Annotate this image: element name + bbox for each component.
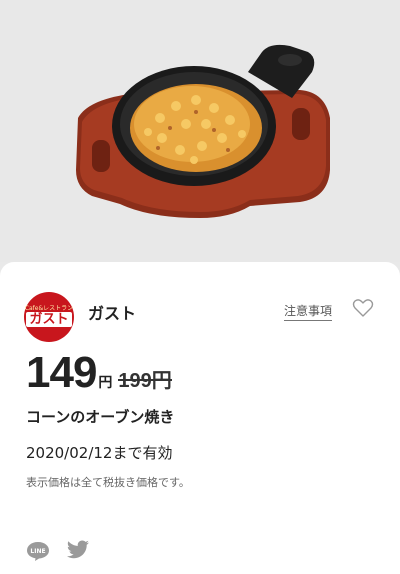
favorite-heart-icon[interactable] — [352, 298, 374, 318]
skillet-photo-illustration — [76, 44, 330, 218]
original-price: 199円 — [118, 364, 173, 393]
price-row: 149 円 199円 — [26, 348, 173, 398]
validity-date: 2020/02/12まで有効 — [26, 444, 173, 462]
discount-price: 149 — [26, 348, 97, 397]
line-icon[interactable]: LINE — [26, 540, 50, 566]
price-unit: 円 — [98, 375, 113, 391]
product-photo — [0, 0, 400, 262]
product-name: コーンのオーブン焼き — [26, 408, 175, 426]
tax-note: 表示価格は全て税抜き価格です。 — [26, 476, 190, 489]
coupon-card: Cafe&レストラン ガスト ガスト 注意事項 149 円 199円 コーンのオ… — [0, 262, 400, 574]
logo-wordmark: ガスト — [26, 312, 72, 327]
twitter-icon[interactable] — [66, 540, 90, 564]
svg-text:LINE: LINE — [30, 548, 45, 555]
shop-name: ガスト — [88, 304, 137, 323]
terms-link[interactable]: 注意事項 — [284, 302, 333, 321]
shop-logo: Cafe&レストラン ガスト — [24, 292, 74, 342]
logo-tagline: Cafe&レストラン — [24, 305, 74, 312]
